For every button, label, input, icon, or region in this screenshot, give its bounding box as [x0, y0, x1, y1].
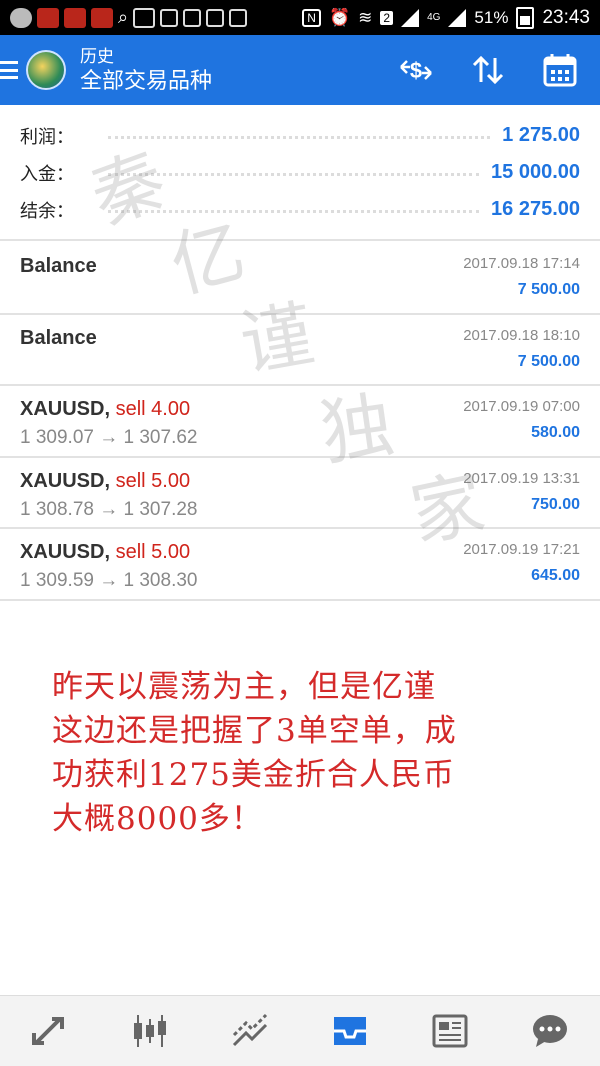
- row-symbol: Balance: [20, 255, 97, 277]
- shopping-bag-icon: [206, 8, 225, 27]
- deposit-value: 15 000.00: [491, 161, 580, 183]
- app-logo[interactable]: [26, 50, 66, 90]
- calendar-icon[interactable]: [540, 50, 580, 90]
- profit-value: 1 275.00: [502, 124, 580, 146]
- row-symbol: XAUUSD,: [20, 469, 111, 492]
- note-line: 昨天以震荡为主，但是亿谨: [52, 669, 436, 705]
- svg-text:$: $: [410, 58, 422, 83]
- balance-row: 结余： 16 275.00: [20, 191, 580, 228]
- battery-icon: [516, 6, 535, 29]
- row-symbol: XAUUSD,: [20, 398, 111, 420]
- history-row[interactable]: XAUUSD, sell 5.00 1 308.78 → 1 307.28 20…: [0, 458, 600, 529]
- history-row[interactable]: XAUUSD, sell 4.00 1 309.07 → 1 307.62 20…: [0, 386, 600, 458]
- currency-exchange-icon[interactable]: $: [396, 50, 436, 90]
- deposit-row: 入金： 15 000.00: [20, 154, 580, 191]
- dotted-leader: [108, 210, 480, 213]
- history-row[interactable]: Balance 2017.09.18 18:10 7 500.00: [0, 315, 600, 386]
- row-amount: 580.00: [531, 424, 580, 441]
- note-line: 功获利1275美金折合人民币: [52, 757, 455, 793]
- sort-icon[interactable]: [468, 50, 508, 90]
- row-amount: 750.00: [531, 495, 580, 513]
- symbol-filter[interactable]: 全部交易品种: [80, 68, 212, 93]
- clock: 23:43: [542, 6, 590, 28]
- row-prices: 1 309.59 → 1 308.30: [20, 570, 198, 591]
- chart-candles-icon[interactable]: [125, 1006, 175, 1056]
- shopping-bag-icon: [160, 8, 179, 27]
- quotes-icon[interactable]: [25, 1006, 75, 1056]
- balance-label: 结余：: [20, 200, 74, 221]
- search-icon: ⌕: [118, 7, 129, 27]
- nfc-icon: N: [302, 8, 321, 27]
- notification-icons: ⌕: [10, 7, 248, 28]
- history-icon[interactable]: [325, 1006, 375, 1056]
- balance-value: 16 275.00: [491, 198, 580, 220]
- note-line: 这边还是把握了3单空单，成: [52, 713, 457, 749]
- trade-icon[interactable]: [225, 1006, 275, 1056]
- row-date: 2017.09.19 13:31: [463, 469, 580, 487]
- signal-icon: [448, 8, 467, 27]
- row-symbol: XAUUSD,: [20, 541, 111, 563]
- wifi-icon: ≋: [358, 7, 373, 27]
- message-icon: [10, 7, 32, 28]
- history-list: Balance 2017.09.18 17:14 7 500.00 Balanc…: [0, 243, 600, 601]
- page-title: 历史: [80, 46, 114, 66]
- row-date: 2017.09.19 17:21: [463, 541, 580, 558]
- shopping-bag-icon: [229, 8, 248, 27]
- bottom-nav: [0, 995, 600, 1066]
- app-header: 历史 全部交易品种 $: [0, 35, 600, 105]
- row-date: 2017.09.18 17:14: [463, 255, 580, 272]
- row-action: sell 4.00: [110, 398, 191, 420]
- dotted-leader: [108, 136, 491, 139]
- history-row[interactable]: Balance 2017.09.18 17:14 7 500.00: [0, 243, 600, 315]
- profit-row: 利润： 1 275.00: [20, 117, 580, 154]
- summary-panel: 利润： 1 275.00 入金： 15 000.00 结余： 16 275.00: [0, 105, 600, 241]
- row-prices: 1 308.78 → 1 307.28: [20, 498, 198, 520]
- battery-percent: 51%: [474, 7, 509, 27]
- row-action: sell 5.00: [110, 469, 191, 492]
- app-notification-icon: [64, 7, 86, 28]
- note-line: 大概8000多！: [52, 801, 263, 837]
- app-notification-icon: [37, 7, 59, 28]
- sim-icon: 2: [380, 10, 394, 25]
- signal-icon: [401, 8, 420, 27]
- chat-icon[interactable]: [525, 1006, 575, 1056]
- app-notification-icon: [91, 7, 113, 28]
- alarm-icon: ⏰: [328, 7, 351, 27]
- row-symbol: Balance: [20, 326, 97, 349]
- row-action: sell 5.00: [110, 541, 191, 563]
- menu-icon[interactable]: [0, 61, 18, 79]
- news-icon[interactable]: [425, 1006, 475, 1056]
- row-prices: 1 309.07 → 1 307.62: [20, 427, 198, 448]
- row-amount: 7 500.00: [517, 281, 580, 298]
- row-amount: 7 500.00: [517, 352, 580, 370]
- deposit-label: 入金：: [20, 163, 74, 184]
- shopping-bag-icon: [183, 8, 202, 27]
- row-amount: 645.00: [531, 567, 580, 584]
- dotted-leader: [108, 173, 480, 176]
- network-type: 4G: [427, 12, 441, 23]
- handwritten-note: 昨天以震荡为主，但是亿谨 这边还是把握了3单空单，成 功获利1275美金折合人民…: [52, 665, 572, 841]
- history-row[interactable]: XAUUSD, sell 5.00 1 309.59 → 1 308.30 20…: [0, 529, 600, 601]
- status-bar: ⌕ N ⏰ ≋ 2 4G 51% 23:43: [0, 0, 600, 35]
- row-date: 2017.09.18 18:10: [463, 326, 580, 344]
- image-icon: [133, 7, 156, 28]
- profit-label: 利润：: [20, 126, 74, 147]
- row-date: 2017.09.19 07:00: [463, 398, 580, 415]
